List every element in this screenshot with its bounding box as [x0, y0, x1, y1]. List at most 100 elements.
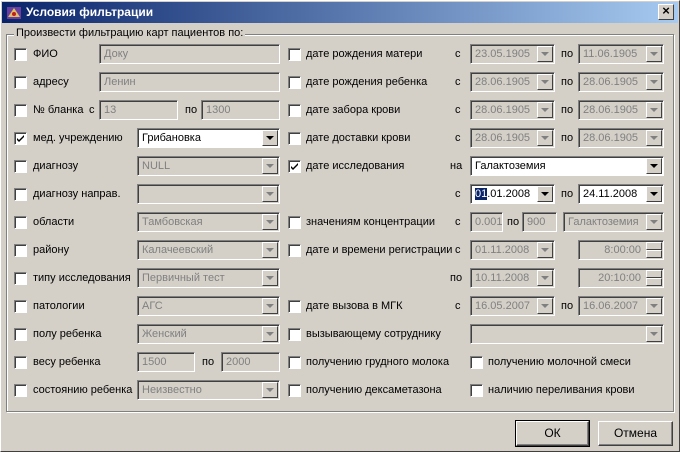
child-dob-checkbox[interactable]: [288, 76, 301, 89]
pat-select[interactable]: АГС: [137, 296, 280, 316]
issl-checkbox[interactable]: [288, 160, 301, 173]
konc-from-input[interactable]: 0.001: [470, 212, 503, 232]
mgk-to-dropdown[interactable]: [646, 298, 662, 314]
sost-select[interactable]: Неизвестно: [137, 380, 280, 400]
reg-from-date-dropdown[interactable]: [537, 242, 553, 258]
dostavka-from-dropdown[interactable]: [537, 130, 553, 146]
rayon-dropdown-button[interactable]: [262, 242, 278, 258]
pat-dropdown-button[interactable]: [262, 298, 278, 314]
grud-checkbox[interactable]: [288, 356, 301, 369]
spin-down-icon[interactable]: [646, 250, 662, 258]
diag-checkbox[interactable]: [14, 160, 27, 173]
smes-checkbox[interactable]: [470, 356, 483, 369]
sotr-dropdown[interactable]: [646, 326, 662, 342]
diag-napr-checkbox[interactable]: [14, 188, 27, 201]
reg-from-time-spinner[interactable]: [646, 242, 662, 258]
blank-checkbox[interactable]: [14, 104, 27, 117]
deksa-checkbox[interactable]: [288, 384, 301, 397]
med-dropdown-button[interactable]: [262, 130, 278, 146]
oblast-select[interactable]: Тамбовская: [137, 212, 280, 232]
reg-to-date-dropdown[interactable]: [537, 270, 553, 286]
reg-from-date[interactable]: 01.11.2008: [470, 240, 555, 260]
child-to-dropdown[interactable]: [646, 74, 662, 90]
mother-from-dropdown[interactable]: [537, 46, 553, 62]
child-to-date[interactable]: 28.06.1905: [578, 72, 664, 92]
mother-dob-checkbox[interactable]: [288, 48, 301, 61]
zabor-to-dropdown[interactable]: [646, 102, 662, 118]
konc-test-dropdown[interactable]: [646, 214, 662, 230]
reg-checkbox[interactable]: [288, 244, 301, 257]
pol-select[interactable]: Женский: [137, 324, 280, 344]
pol-checkbox[interactable]: [14, 328, 27, 341]
spin-up-icon[interactable]: [646, 270, 662, 278]
mother-from-date[interactable]: 23.05.1905: [470, 44, 555, 64]
rayon-checkbox[interactable]: [14, 244, 27, 257]
zabor-from-dropdown[interactable]: [537, 102, 553, 118]
dostavka-from-date[interactable]: 28.06.1905: [470, 128, 555, 148]
oblast-checkbox[interactable]: [14, 216, 27, 229]
zabor-to-date[interactable]: 28.06.1905: [578, 100, 664, 120]
close-button[interactable]: ×: [658, 4, 674, 20]
diag-dropdown-button[interactable]: [262, 158, 278, 174]
mother-to-dropdown[interactable]: [646, 46, 662, 62]
zabor-checkbox[interactable]: [288, 104, 301, 117]
konc-to-input[interactable]: 900: [522, 212, 557, 232]
ves-from-input[interactable]: 1500: [137, 352, 195, 372]
mgk-from-dropdown[interactable]: [537, 298, 553, 314]
med-select[interactable]: Грибановка: [137, 128, 280, 148]
sost-dropdown-button[interactable]: [262, 382, 278, 398]
cancel-button[interactable]: Отмена: [598, 421, 673, 446]
reg-to-time[interactable]: 20:10:00: [578, 268, 664, 288]
zabor-from-date[interactable]: 28.06.1905: [470, 100, 555, 120]
dostavka-to-date[interactable]: 28.06.1905: [578, 128, 664, 148]
perel-checkbox[interactable]: [470, 384, 483, 397]
mgk-checkbox[interactable]: [288, 300, 301, 313]
rayon-select[interactable]: Калачеевский: [137, 240, 280, 260]
issl-from-dropdown[interactable]: [537, 186, 553, 202]
blank-to-input[interactable]: 1300: [201, 100, 280, 120]
issl-from-date[interactable]: 01.01.2008: [470, 184, 555, 204]
mgk-from-date[interactable]: 16.05.2007: [470, 296, 555, 316]
dostavka-checkbox[interactable]: [288, 132, 301, 145]
tip-select[interactable]: Первичный тест: [137, 268, 280, 288]
spin-up-icon[interactable]: [646, 242, 662, 250]
blank-from-input[interactable]: 13: [99, 100, 178, 120]
ok-button[interactable]: ОК: [515, 420, 590, 447]
address-input[interactable]: Ленин: [99, 72, 280, 92]
issl-to-dropdown[interactable]: [646, 186, 662, 202]
issl-test-select[interactable]: Галактоземия: [470, 156, 664, 176]
oblast-dropdown-button[interactable]: [262, 214, 278, 230]
chevron-down-icon: [266, 332, 274, 336]
sotr-checkbox[interactable]: [288, 328, 301, 341]
konc-checkbox[interactable]: [288, 216, 301, 229]
med-checkbox[interactable]: [14, 132, 27, 145]
diag-select[interactable]: NULL: [137, 156, 280, 176]
diag-napr-dropdown-button[interactable]: [262, 186, 278, 202]
issl-test-dropdown[interactable]: [646, 158, 662, 174]
fio-input[interactable]: Доку: [99, 44, 280, 64]
dostavka-to-dropdown[interactable]: [646, 130, 662, 146]
sotr-select[interactable]: [470, 324, 664, 344]
pol-dropdown-button[interactable]: [262, 326, 278, 342]
tip-checkbox[interactable]: [14, 272, 27, 285]
ves-checkbox[interactable]: [14, 356, 27, 369]
child-from-dropdown[interactable]: [537, 74, 553, 90]
mgk-to-date[interactable]: 16.06.2007: [578, 296, 664, 316]
konc-test-select[interactable]: Галактоземия: [563, 212, 664, 232]
reg-to-time-spinner[interactable]: [646, 270, 662, 286]
reg-from-time[interactable]: 8:00:00: [578, 240, 664, 260]
mother-dob-label: дате рождения матери: [306, 48, 423, 60]
child-from-date[interactable]: 28.06.1905: [470, 72, 555, 92]
spin-down-icon[interactable]: [646, 278, 662, 286]
diag-napr-select[interactable]: [137, 184, 280, 204]
pat-checkbox[interactable]: [14, 300, 27, 313]
tip-dropdown-button[interactable]: [262, 270, 278, 286]
issl-to-date[interactable]: 24.11.2008: [578, 184, 664, 204]
sost-checkbox[interactable]: [14, 384, 27, 397]
ves-to-input[interactable]: 2000: [221, 352, 280, 372]
title-bar[interactable]: Условия фильтрации ×: [2, 2, 678, 23]
mother-to-date[interactable]: 11.06.1905: [578, 44, 664, 64]
address-checkbox[interactable]: [14, 76, 27, 89]
fio-checkbox[interactable]: [14, 48, 27, 61]
reg-to-date[interactable]: 10.11.2008: [470, 268, 555, 288]
